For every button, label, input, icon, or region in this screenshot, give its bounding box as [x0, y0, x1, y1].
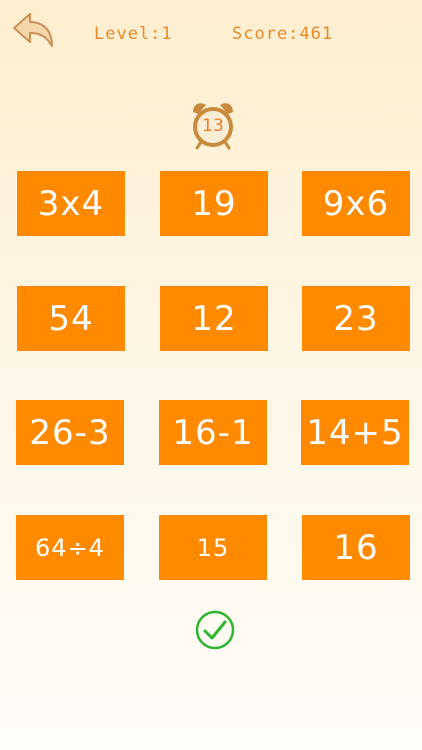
tile-r2-c1[interactable]: 16-1	[159, 400, 267, 465]
back-arrow-icon	[13, 13, 53, 47]
score-label: Score:461	[232, 24, 334, 44]
tile-r2-c0[interactable]: 26-3	[16, 400, 124, 465]
level-label: Level:1	[94, 24, 173, 44]
tile-r1-c1[interactable]: 12	[160, 286, 268, 351]
tile-r0-c2[interactable]: 9x6	[302, 171, 410, 236]
tile-r3-c2[interactable]: 16	[302, 515, 410, 580]
tile-r2-c2[interactable]: 14+5	[301, 400, 409, 465]
tile-r1-c2[interactable]: 23	[302, 286, 410, 351]
back-button[interactable]	[10, 10, 56, 50]
tile-r1-c0[interactable]: 54	[17, 286, 125, 351]
tile-r3-c1[interactable]: 15	[159, 515, 267, 580]
confirm-button[interactable]	[195, 610, 235, 650]
tile-r3-c0[interactable]: 64÷4	[16, 515, 124, 580]
tile-r0-c0[interactable]: 3x4	[17, 171, 125, 236]
timer-value: 13	[202, 116, 224, 136]
checkmark-circle-icon	[195, 610, 235, 650]
tile-r0-c1[interactable]: 19	[160, 171, 268, 236]
timer: 13	[190, 100, 236, 152]
